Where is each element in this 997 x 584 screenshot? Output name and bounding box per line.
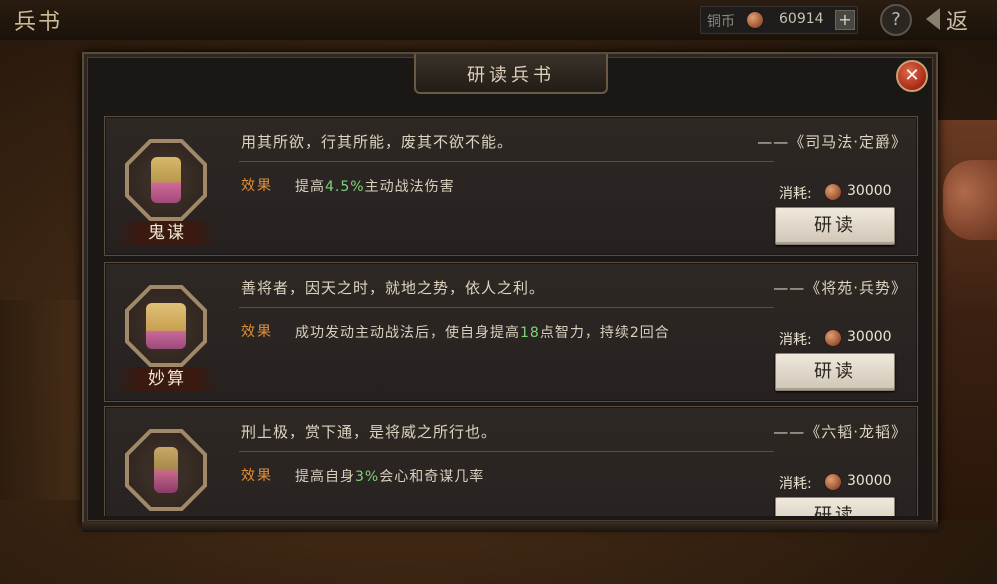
coin-icon [825, 330, 841, 346]
effect-label: 效果 [241, 468, 273, 484]
help-icon[interactable]: ? [880, 4, 912, 36]
effect-text: 成功发动主动战法后，使自身提高18点智力，持续2回合 [295, 325, 670, 341]
effect-value: 3% [355, 469, 380, 485]
book-list[interactable]: 鬼谋 用其所欲，行其所能，废其不欲不能。 ——《司马法·定爵》 效果 提高4.5… [104, 116, 918, 516]
cost-display: 消耗: 30000 [779, 329, 899, 349]
emblem-icon [125, 139, 207, 221]
book-card: 妙算 善将者，因天之时，就地之势，依人之利。 ——《将苑·兵势》 效果 成功发动… [104, 262, 918, 402]
effect-value: 4.5% [325, 179, 365, 195]
book-name: 鬼谋 [117, 221, 217, 245]
background-warrior-art [935, 120, 997, 520]
effect-value: 18 [520, 325, 540, 341]
study-button[interactable]: 研读 [775, 353, 895, 391]
divider [239, 307, 774, 308]
dialog-title: 研读兵书 [467, 65, 555, 86]
effect-text: 提高自身3%会心和奇谋几率 [295, 469, 485, 485]
cost-value: 30000 [847, 473, 892, 489]
emblem-icon [125, 429, 207, 511]
copper-currency-display: 铜币 60914 + [700, 6, 858, 34]
page-title: 兵书 [14, 10, 63, 35]
cost-label: 消耗: [779, 476, 812, 492]
effect-text: 提高4.5%主动战法伤害 [295, 179, 455, 195]
top-bar: 兵书 铜币 60914 + ? 返 [0, 0, 997, 40]
divider [239, 451, 774, 452]
effect-label: 效果 [241, 178, 273, 194]
book-quote: 刑上极，赏下通，是将威之所行也。 [241, 423, 498, 441]
currency-label: 铜币 [707, 14, 735, 30]
cost-label: 消耗: [779, 186, 812, 202]
back-arrow-icon[interactable] [926, 8, 940, 30]
coin-icon [825, 184, 841, 200]
study-button[interactable]: 研读 [775, 207, 895, 245]
emblem-icon [125, 285, 207, 367]
dialog-title-tab: 研读兵书 [414, 54, 608, 94]
book-source: ——《六韬·龙韬》 [773, 423, 907, 441]
effect-label: 效果 [241, 324, 273, 340]
back-button[interactable]: 返 [946, 4, 968, 36]
close-icon[interactable]: ✕ [896, 60, 928, 92]
study-button[interactable]: 研读 [775, 497, 895, 516]
divider [239, 161, 774, 162]
cost-label: 消耗: [779, 332, 812, 348]
book-card: 刑上极，赏下通，是将威之所行也。 ——《六韬·龙韬》 效果 提高自身3%会心和奇… [104, 406, 918, 516]
add-currency-button[interactable]: + [835, 10, 855, 30]
book-source: ——《将苑·兵势》 [773, 279, 907, 297]
cost-value: 30000 [847, 329, 892, 345]
cost-display: 消耗: 30000 [779, 183, 899, 203]
dialog-bottom-frame [82, 522, 938, 532]
study-book-dialog: 研读兵书 ✕ 鬼谋 用其所欲，行其所能，废其不欲不能。 ——《司马法·定爵》 效… [82, 52, 938, 526]
book-source: ——《司马法·定爵》 [757, 133, 907, 151]
cost-display: 消耗: 30000 [779, 473, 899, 493]
book-card: 鬼谋 用其所欲，行其所能，废其不欲不能。 ——《司马法·定爵》 效果 提高4.5… [104, 116, 918, 256]
cost-value: 30000 [847, 183, 892, 199]
book-name: 妙算 [117, 367, 217, 391]
book-quote: 善将者，因天之时，就地之势，依人之利。 [241, 279, 546, 297]
book-quote: 用其所欲，行其所能，废其不欲不能。 [241, 133, 514, 151]
coin-icon [747, 12, 763, 28]
background-scroll-prop [0, 300, 80, 500]
currency-value: 60914 [779, 11, 824, 27]
coin-icon [825, 474, 841, 490]
